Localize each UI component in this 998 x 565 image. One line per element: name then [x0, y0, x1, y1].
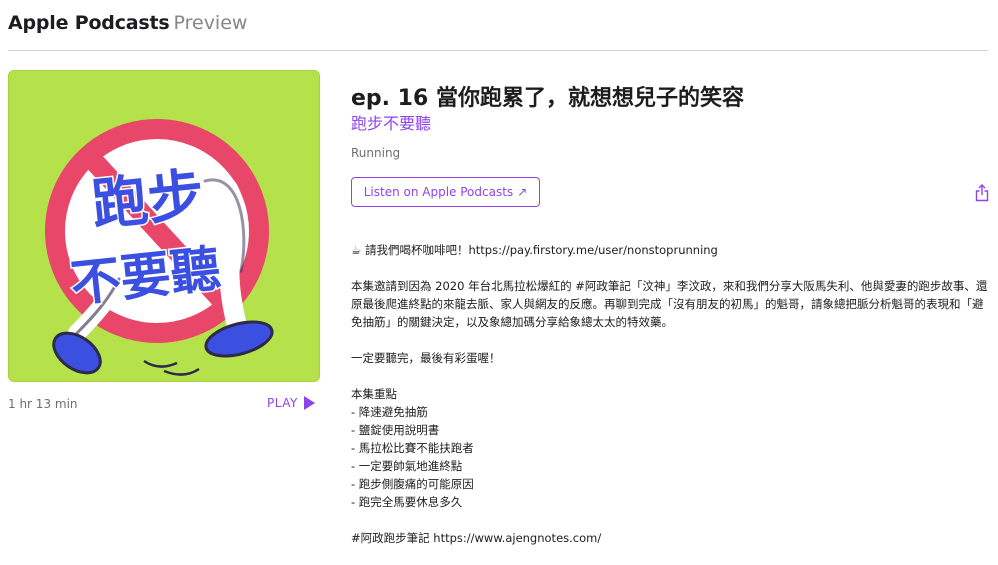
brand-subtitle: Preview [173, 12, 248, 34]
episode-duration: 1 hr 13 min [8, 397, 78, 411]
share-icon[interactable] [975, 184, 989, 202]
highlights-title: 本集重點 [351, 387, 397, 401]
artwork-illustration: 跑步 不要聽 [9, 71, 319, 381]
brand-title[interactable]: Apple Podcasts [8, 12, 170, 34]
description-paragraph: 本集邀請到因為 2020 年台北馬拉松爆紅的 #阿政筆記「汶神」李汶政，來和我們… [351, 279, 988, 329]
list-item: - 馬拉松比賽不能扶跑者 [351, 441, 474, 455]
listen-label: Listen on Apple Podcasts [363, 185, 514, 199]
list-item: - 一定要帥氣地進終點 [351, 459, 463, 473]
listen-on-apple-podcasts-button[interactable]: Listen on Apple Podcasts ↗ [351, 177, 540, 207]
coffee-line: ☕︎ 請我們喝杯咖啡吧！https://pay.firstory.me/user… [351, 241, 991, 259]
artwork-title-line1: 跑步 [89, 162, 207, 238]
play-label: PLAY [267, 396, 298, 410]
highlights-list: - 降速避免抽筋 - 鹽錠使用說明書 - 馬拉松比賽不能扶跑者 - 一定要帥氣地… [351, 403, 991, 511]
episode-category: Running [351, 146, 401, 160]
coffee-icon: ☕︎ [351, 243, 365, 257]
podcast-artwork: 跑步 不要聽 [8, 70, 320, 382]
list-item: - 跑步側腹痛的可能原因 [351, 477, 474, 491]
episode-title: ep. 16 當你跑累了，就想想兒子的笑容 [351, 86, 744, 111]
external-link-icon: ↗ [517, 185, 528, 199]
description-teaser: 一定要聽完，最後有彩蛋喔！ [351, 351, 501, 365]
notes-line: #阿政跑步筆記 https://www.ajengnotes.com/ [351, 531, 602, 545]
coffee-text: 請我們喝杯咖啡吧！https://pay.firstory.me/user/no… [364, 243, 718, 257]
list-item: - 鹽錠使用說明書 [351, 423, 440, 437]
play-icon [303, 396, 315, 410]
episode-description: ☕︎ 請我們喝杯咖啡吧！https://pay.firstory.me/user… [351, 241, 991, 565]
list-item: - 跑完全馬要休息多久 [351, 495, 463, 509]
list-item: - 降速避免抽筋 [351, 405, 428, 419]
play-button[interactable]: PLAY [267, 396, 315, 410]
page-header: Apple Podcasts Preview [8, 12, 988, 51]
show-link[interactable]: 跑步不要聽 [351, 110, 431, 134]
